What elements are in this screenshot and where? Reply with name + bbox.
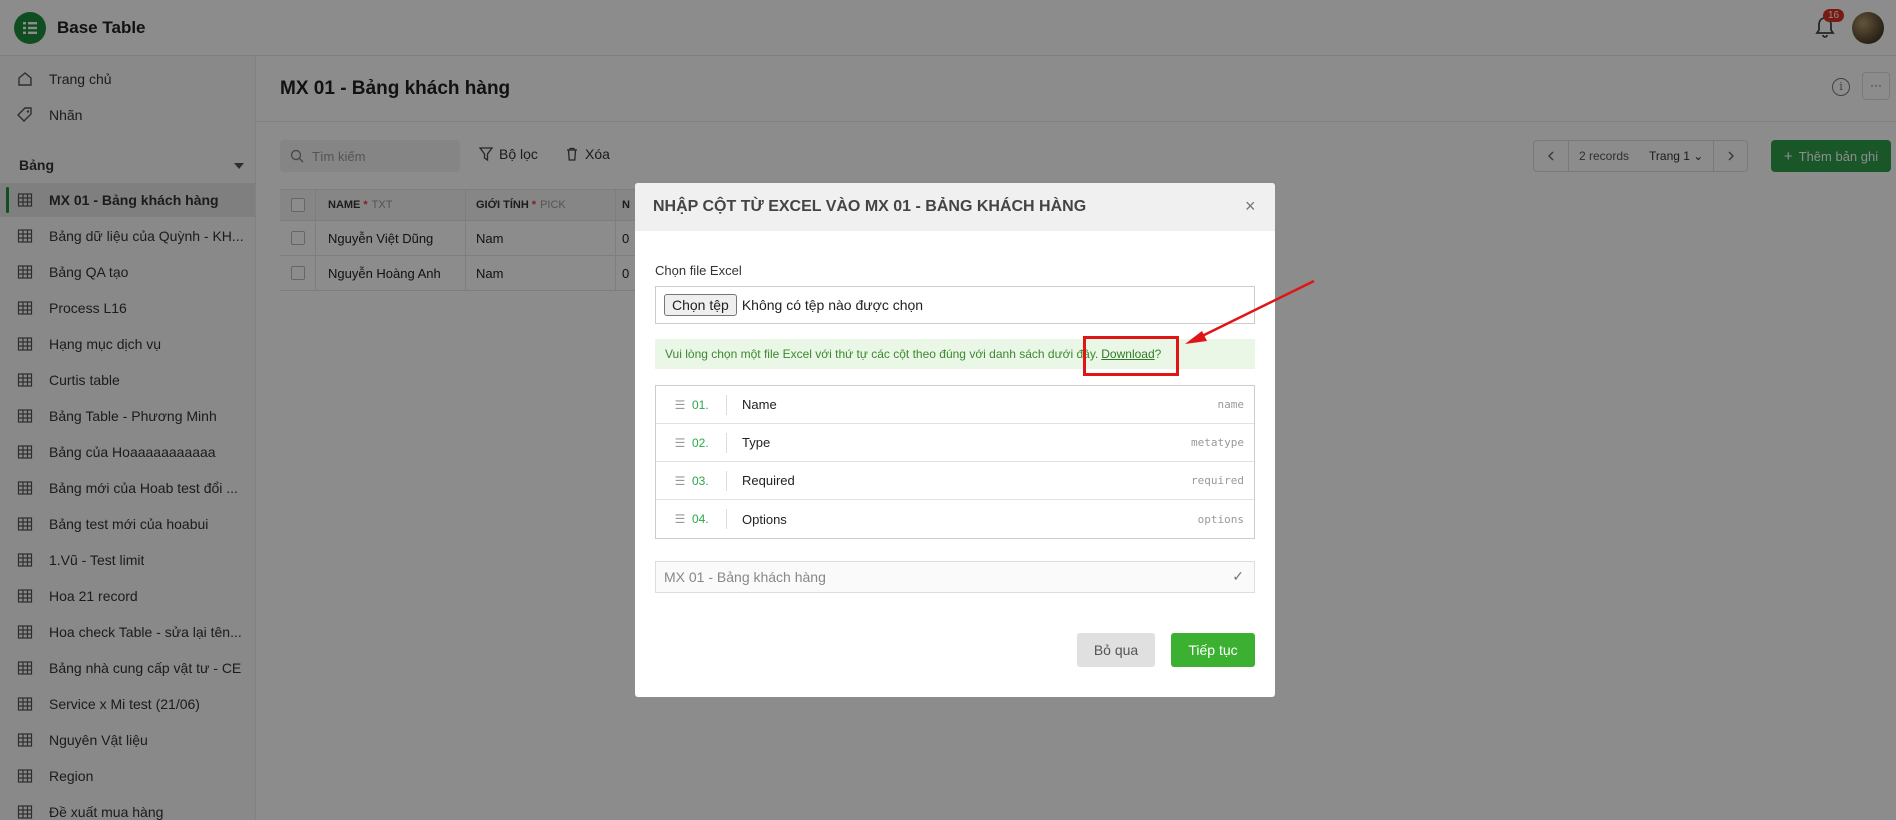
target-table-select[interactable]: MX 01 - Bảng khách hàng ✓ (655, 561, 1255, 593)
column-name: Required (742, 473, 795, 488)
skip-button[interactable]: Bỏ qua (1077, 633, 1155, 667)
import-modal: NHẬP CỘT TỪ EXCEL VÀO MX 01 - BẢNG KHÁCH… (635, 183, 1275, 697)
column-key: options (1197, 512, 1244, 526)
file-input[interactable]: Chọn tệp Không có tệp nào được chọn (655, 286, 1255, 324)
column-name: Options (742, 511, 787, 527)
drag-handle-icon[interactable]: ☰ (668, 398, 692, 412)
column-list: ☰ 01. Name name ☰ 02. Type metatype ☰ 03… (655, 385, 1255, 539)
target-table-value: MX 01 - Bảng khách hàng (664, 569, 826, 585)
check-icon: ✓ (1232, 568, 1244, 584)
drag-handle-icon[interactable]: ☰ (668, 474, 692, 488)
hint-text: Vui lòng chọn một file Excel với thứ tự … (665, 347, 1099, 361)
list-item[interactable]: ☰ 03. Required required (656, 462, 1254, 500)
annotation-box (1083, 336, 1179, 376)
drag-handle-icon[interactable]: ☰ (668, 436, 692, 450)
continue-button[interactable]: Tiếp tục (1171, 633, 1255, 667)
list-item[interactable]: ☰ 02. Type metatype (656, 424, 1254, 462)
column-key: required (1191, 474, 1244, 487)
choose-file-button[interactable]: Chọn tệp (664, 294, 737, 316)
column-number: 02. (692, 435, 709, 450)
column-key: metatype (1191, 436, 1244, 449)
column-number: 01. (692, 397, 709, 412)
column-number: 03. (692, 473, 709, 488)
file-status: Không có tệp nào được chọn (741, 297, 924, 313)
divider (726, 394, 727, 415)
column-name: Name (742, 397, 777, 412)
column-name: Type (742, 435, 771, 450)
divider (726, 432, 727, 453)
column-key: name (1217, 398, 1245, 411)
divider (726, 470, 727, 491)
divider (726, 509, 727, 529)
list-item[interactable]: ☰ 01. Name name (656, 386, 1254, 424)
modal-title: NHẬP CỘT TỪ EXCEL VÀO MX 01 - BẢNG KHÁCH… (635, 183, 1275, 231)
drag-handle-icon[interactable]: ☰ (668, 512, 692, 526)
column-number: 04. (692, 512, 709, 526)
close-icon[interactable]: × (1245, 196, 1256, 217)
list-item[interactable]: ☰ 04. Options options (656, 500, 1254, 538)
file-field-label: Chọn file Excel (655, 263, 742, 278)
